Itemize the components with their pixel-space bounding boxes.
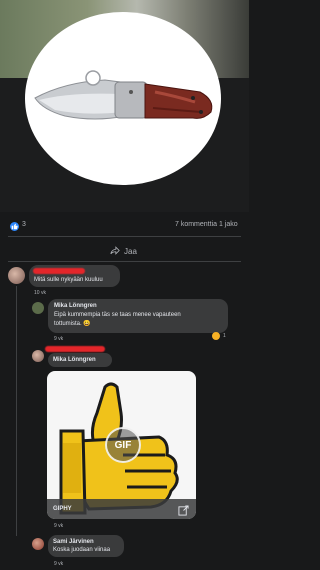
share-button[interactable]: Jaa bbox=[110, 244, 137, 258]
comment-author[interactable]: Sami Järvinen bbox=[53, 539, 94, 545]
share-icon bbox=[110, 245, 120, 257]
like-count[interactable]: 3 bbox=[22, 221, 26, 228]
comment-time[interactable]: 9 vk bbox=[54, 523, 63, 529]
avatar[interactable] bbox=[32, 350, 44, 362]
reaction-summary: 3 7 kommenttia 1 jako bbox=[0, 219, 249, 237]
comment-time[interactable]: 10 vk bbox=[34, 290, 46, 296]
reaction-count[interactable]: 1 bbox=[223, 333, 226, 339]
comment-text-line-1: Eipä kummempia täs se taas menee vapaute… bbox=[54, 312, 181, 318]
redacted-name bbox=[45, 346, 105, 352]
redacted-name bbox=[33, 268, 85, 274]
gif-badge[interactable]: GIF bbox=[105, 427, 141, 463]
comment-text: Koska juodaan viinaa bbox=[53, 547, 111, 553]
gif-badge-label: GIF bbox=[114, 439, 132, 451]
post-photo[interactable] bbox=[0, 0, 249, 212]
profile-picture-knife bbox=[25, 12, 221, 185]
avatar[interactable] bbox=[32, 302, 44, 314]
divider bbox=[8, 261, 241, 262]
gif-footer: GIPHY bbox=[47, 499, 196, 519]
share-label: Jaa bbox=[124, 246, 137, 256]
comment-time[interactable]: 9 vk bbox=[54, 561, 63, 567]
comment-text-line-2: tottumista. 😀 bbox=[54, 321, 91, 327]
like-icon[interactable] bbox=[10, 222, 19, 231]
gif-source[interactable]: GIPHY bbox=[53, 506, 72, 512]
comment-author[interactable]: Mika Lönngren bbox=[53, 357, 96, 363]
gif-attachment[interactable]: GIF GIPHY bbox=[47, 371, 196, 519]
thread-line bbox=[16, 286, 17, 536]
open-external-icon[interactable] bbox=[178, 503, 189, 519]
thumbs-up-gif: GIF bbox=[47, 371, 196, 519]
avatar[interactable] bbox=[8, 267, 25, 284]
comment-text: Mitä sulle nykyään kuuluu bbox=[34, 277, 103, 283]
avatar[interactable] bbox=[32, 538, 44, 550]
divider bbox=[8, 236, 241, 237]
comments-shares-count[interactable]: 7 kommenttia 1 jako bbox=[175, 221, 238, 228]
comment-author[interactable]: Mika Lönngren bbox=[54, 303, 97, 309]
reaction-icon[interactable] bbox=[212, 332, 220, 340]
comment-time[interactable]: 9 vk bbox=[54, 336, 63, 342]
